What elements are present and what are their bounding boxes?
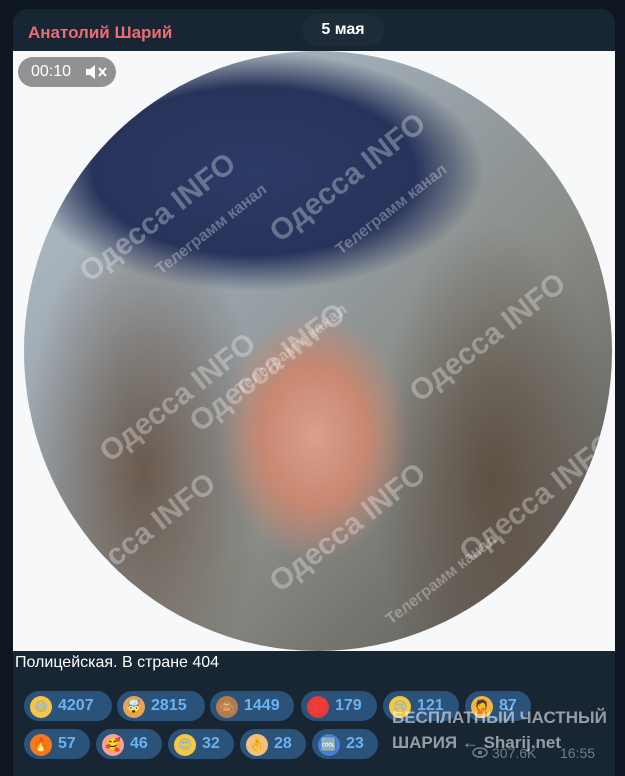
reaction-count: 23 xyxy=(346,735,364,752)
watermark-text: Одесса INFO xyxy=(403,266,573,409)
reaction-button[interactable]: 👌 28 xyxy=(240,729,306,759)
smiling-face-with-hearts-icon: 🥰 xyxy=(102,734,124,756)
reaction-count: 4207 xyxy=(58,697,94,714)
watermark-text: Одесса INFO xyxy=(53,466,223,609)
message-time: 16:55 xyxy=(560,745,596,761)
muted-speaker-icon[interactable] xyxy=(84,63,108,81)
author-name[interactable]: Анатолий Шарий xyxy=(28,23,172,43)
see-no-evil-monkey-icon: 🙈 xyxy=(216,696,238,718)
reaction-button[interactable]: 💯 179 xyxy=(301,691,377,721)
watermark-text: Одесса INFO xyxy=(453,426,612,569)
exploding-head-icon: 🤯 xyxy=(123,696,145,718)
reaction-button[interactable]: 🔥 57 xyxy=(24,729,90,759)
reaction-button[interactable]: 🥰 46 xyxy=(96,729,162,759)
ok-hand-icon: 👌 xyxy=(246,734,268,756)
reaction-button[interactable]: 😄 4207 xyxy=(24,691,112,721)
reaction-count: 46 xyxy=(130,735,148,752)
grinning-face-icon: 😄 xyxy=(30,696,52,718)
reaction-button[interactable]: 😍 32 xyxy=(168,729,234,759)
reaction-count: 179 xyxy=(335,697,362,714)
hundred-points-icon: 💯 xyxy=(307,696,329,718)
video-duration-badge[interactable]: 00:10 xyxy=(18,57,116,87)
watermark-line: БЕСПЛАТНЫЙ ЧАСТНЫЙ xyxy=(392,708,607,727)
date-pill: 5 мая xyxy=(302,14,384,46)
fire-icon: 🔥 xyxy=(30,734,52,756)
video-duration: 00:10 xyxy=(31,63,72,80)
reaction-count: 57 xyxy=(58,735,76,752)
reaction-count: 28 xyxy=(274,735,292,752)
reaction-count: 2815 xyxy=(151,697,187,714)
message-caption: Полицейская. В стране 404 xyxy=(15,654,220,671)
watermark-text: Одесса INFO xyxy=(263,106,433,249)
watermark-text: Одесса INFO xyxy=(263,456,433,599)
cool-button-icon: 🆒 xyxy=(318,734,340,756)
reaction-button[interactable]: 🤯 2815 xyxy=(117,691,205,721)
heart-eyes-icon: 😍 xyxy=(174,734,196,756)
watermark-line: ШАРИЯ ← Sharij.net xyxy=(392,733,562,752)
reaction-button[interactable]: 🆒 23 xyxy=(312,729,378,759)
round-video-frame[interactable]: Одесса INFO Телеграмм канал Одесса INFO … xyxy=(24,51,612,651)
video-message[interactable]: Одесса INFO Телеграмм канал Одесса INFO … xyxy=(13,51,615,651)
reaction-button[interactable]: 🙈 1449 xyxy=(210,691,294,721)
reaction-count: 1449 xyxy=(244,697,280,714)
reaction-count: 32 xyxy=(202,735,220,752)
